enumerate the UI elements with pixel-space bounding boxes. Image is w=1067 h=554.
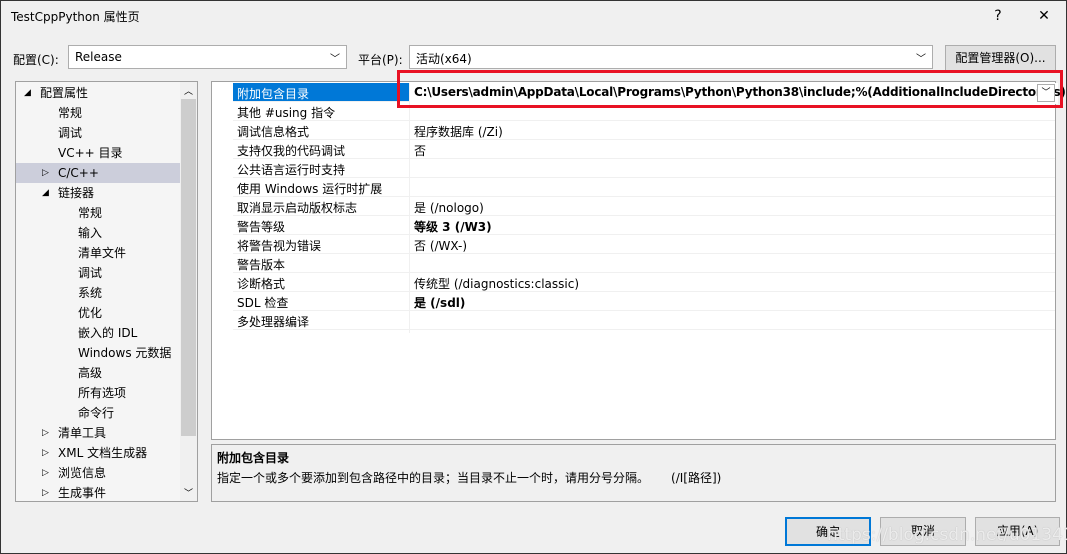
property-name: 使用 Windows 运行时扩展 (237, 182, 383, 196)
property-row[interactable]: SDL 检查是 (/sdl) (233, 292, 1055, 314)
property-name: 调试信息格式 (237, 125, 310, 139)
watermark: https://blog.csdn.net/u013412391 (827, 525, 1067, 545)
tree-item[interactable]: ▷ 生成事件 (16, 483, 180, 503)
property-value[interactable] (409, 311, 1058, 333)
tree-item[interactable]: ◢ 链接器 (16, 183, 180, 203)
tree-item-label: XML 文档生成器 (58, 446, 148, 460)
expand-arrow-icon[interactable]: ▷ (42, 163, 49, 183)
collapse-arrow-icon[interactable]: ◢ (24, 83, 31, 103)
tree-item-label: 系统 (78, 286, 103, 300)
tree-item-label: 嵌入的 IDL (78, 326, 138, 340)
expand-arrow-icon[interactable]: ▷ (42, 443, 49, 463)
property-row[interactable]: 支持仅我的代码调试否 (233, 140, 1055, 162)
chevron-down-icon: ﹀ (330, 54, 340, 65)
config-manager-button[interactable]: 配置管理器(O)... (945, 45, 1056, 71)
tree-item-label: 调试 (78, 266, 103, 280)
property-name: 公共语言运行时支持 (237, 163, 346, 177)
tree-item[interactable]: Windows 元数据 (16, 343, 180, 363)
description-title: 附加包含目录 (217, 451, 290, 465)
tree-item-label: 常规 (58, 106, 83, 120)
tree-item[interactable]: ▷ 浏览信息 (16, 463, 180, 483)
description-panel: 附加包含目录 指定一个或多个要添加到包含路径中的目录；当目录不止一个时，请用分号… (211, 444, 1056, 502)
tree-item[interactable]: 调试 (16, 263, 180, 283)
tree-item-label: 配置属性 (40, 86, 89, 100)
tree-item-label: 输入 (78, 226, 103, 240)
highlight-box (397, 70, 1063, 108)
property-name: 多处理器编译 (237, 315, 310, 329)
config-select[interactable]: Release ﹀ (68, 45, 347, 69)
property-name: 诊断格式 (237, 277, 286, 291)
tree-item[interactable]: 嵌入的 IDL (16, 323, 180, 343)
property-row[interactable]: 取消显示启动版权标志是 (/nologo) (233, 197, 1055, 219)
platform-select[interactable]: 活动(x64) ﹀ (409, 45, 933, 69)
property-name: 其他 #using 指令 (237, 106, 336, 120)
property-row[interactable]: 诊断格式 传统型 (/diagnostics:classic) (233, 273, 1055, 295)
tree-item[interactable]: VC++ 目录 (16, 143, 180, 163)
tree-item-label: VC++ 目录 (58, 146, 123, 160)
scroll-down-icon[interactable]: ﹀ (180, 486, 197, 499)
property-row[interactable]: 使用 Windows 运行时扩展 (233, 178, 1055, 200)
property-grid: 附加包含目录 C:\Users\admin\AppData\Local\Progr… (211, 81, 1066, 440)
collapse-arrow-icon[interactable]: ◢ (42, 183, 49, 203)
tree-item-label: 所有选项 (78, 386, 127, 400)
tree-item[interactable]: ▷ XML 文档生成器 (16, 443, 180, 463)
scrollbar-thumb[interactable] (181, 99, 196, 436)
tree-item-label: Windows 元数据 (78, 346, 172, 360)
property-name: 取消显示启动版权标志 (237, 201, 358, 215)
tree-item[interactable]: 常规 (16, 203, 180, 223)
property-name: 警告等级 (237, 220, 286, 234)
property-name: 附加包含目录 (237, 87, 310, 101)
tree-item-label: 常规 (78, 206, 103, 220)
tree-item[interactable]: 常规 (16, 103, 180, 123)
tree-item-label: 清单工具 (58, 426, 107, 440)
tree-item-label: 调试 (58, 126, 83, 140)
description-switch: (/I[路径]) (671, 471, 722, 485)
tree-item-label: 高级 (78, 366, 103, 380)
platform-label: 平台(P): (358, 53, 403, 67)
scroll-up-icon[interactable]: ︿ (180, 84, 197, 97)
tree-item-label: 生成事件 (58, 486, 107, 500)
tree-scrollbar[interactable]: ︿ ﹀ (180, 82, 197, 501)
value-dropdown-button[interactable]: ﹀ (1037, 84, 1055, 102)
tree-item[interactable]: 清单文件 (16, 243, 180, 263)
config-label: 配置(C): (13, 53, 59, 67)
tree-item[interactable]: 所有选项 (16, 383, 180, 403)
expand-arrow-icon[interactable]: ▷ (42, 423, 49, 443)
property-name: 将警告视为错误 (237, 239, 322, 253)
tree-item-label: 浏览信息 (58, 466, 107, 480)
chevron-down-icon: ﹀ (916, 54, 926, 65)
property-row[interactable]: 多处理器编译 (233, 311, 1058, 333)
tree-item-label: 清单文件 (78, 246, 127, 260)
property-name: 支持仅我的代码调试 (237, 144, 346, 158)
property-name: SDL 检查 (237, 296, 289, 310)
help-button[interactable]: ? (975, 1, 1021, 31)
property-row[interactable]: 将警告视为错误否 (/WX-) (233, 235, 1055, 257)
tree-item[interactable]: ▷ 清单工具 (16, 423, 180, 443)
tree-item[interactable]: 系统 (16, 283, 180, 303)
close-button[interactable]: ✕ (1021, 1, 1067, 31)
property-row[interactable]: 调试信息格式 程序数据库 (/Zi) (233, 121, 1055, 143)
tree-item[interactable]: ▷ C/C++ (16, 163, 180, 183)
tree-item[interactable]: 命令行 (16, 403, 180, 423)
tree-item[interactable]: 输入 (16, 223, 180, 243)
description-text: 指定一个或多个要添加到包含路径中的目录；当目录不止一个时，请用分号分隔。 (217, 471, 650, 485)
property-tree: ︿ ﹀ ◢ 配置属性 常规 调试 VC++ 目录 ▷ C/C++ ◢ 链接器 常规 输入 清单文件 调试… (15, 81, 198, 502)
config-value: Release (75, 50, 122, 64)
property-row[interactable]: 警告版本 (233, 254, 1055, 276)
tree-item-label: 链接器 (58, 186, 95, 200)
property-row[interactable]: 公共语言运行时支持 (233, 159, 1055, 181)
property-row[interactable]: 警告等级 等级 3 (/W3) (233, 216, 1055, 238)
tree-item[interactable]: 高级 (16, 363, 180, 383)
expand-arrow-icon[interactable]: ▷ (42, 483, 49, 503)
tree-item[interactable]: 优化 (16, 303, 180, 323)
property-name: 警告版本 (237, 258, 286, 272)
expand-arrow-icon[interactable]: ▷ (42, 463, 49, 483)
tree-item[interactable]: 调试 (16, 123, 180, 143)
tree-item[interactable]: ◢ 配置属性 (16, 83, 180, 103)
tree-item-label: 命令行 (78, 406, 115, 420)
tree-item-label: 优化 (78, 306, 103, 320)
tree-item-label: C/C++ (58, 166, 99, 180)
platform-value: 活动(x64) (416, 52, 472, 66)
window-title: TestCppPython 属性页 (11, 10, 140, 24)
